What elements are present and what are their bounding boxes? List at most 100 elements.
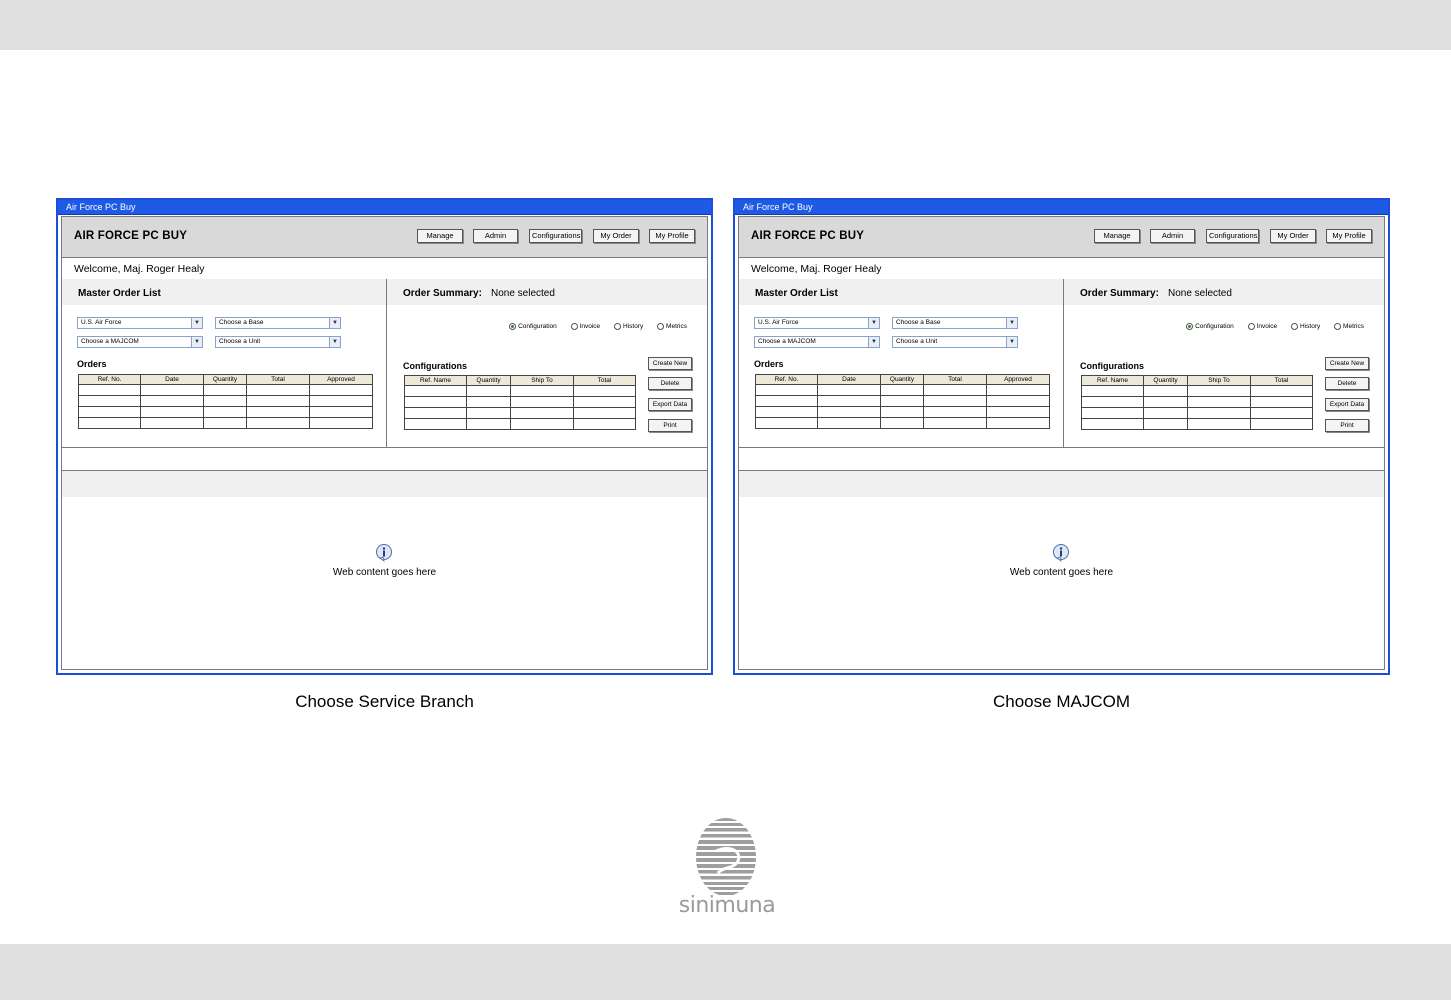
configurations-button[interactable]: Configurations — [529, 229, 582, 243]
create-new-button[interactable]: Create New — [1325, 357, 1369, 370]
column-header[interactable]: Ref. No. — [755, 374, 818, 385]
unit-select[interactable]: Choose a Unit ▼ — [892, 336, 1018, 348]
delete-button[interactable]: Delete — [1325, 377, 1369, 390]
column-header[interactable]: Date — [817, 374, 881, 385]
table-row[interactable] — [755, 395, 1050, 407]
my-order-button[interactable]: My Order — [1270, 229, 1316, 243]
radio-metrics[interactable]: Metrics — [1334, 323, 1364, 330]
radio-invoice[interactable]: Invoice — [570, 323, 601, 331]
column-header[interactable]: Total — [1250, 375, 1313, 386]
panel-header: Order Summary: None selected — [387, 279, 707, 305]
welcome-bar: Welcome, Maj. Roger Healy — [739, 258, 1384, 280]
export-data-button[interactable]: Export Data — [1325, 398, 1369, 411]
table-row[interactable] — [755, 406, 1050, 418]
table-row[interactable] — [78, 406, 373, 418]
column-header[interactable]: Quantity — [880, 374, 924, 385]
select-value: Choose a MAJCOM — [81, 338, 139, 345]
my-profile-button[interactable]: My Profile — [1326, 229, 1372, 243]
service-branch-select[interactable]: U.S. Air Force ▼ — [77, 317, 203, 329]
radio-empty-icon — [614, 323, 621, 330]
chevron-down-icon: ▼ — [868, 337, 879, 347]
table-row[interactable] — [404, 407, 636, 419]
my-order-button[interactable]: My Order — [593, 229, 639, 243]
table-row[interactable] — [404, 396, 636, 408]
print-button[interactable]: Print — [648, 419, 692, 432]
master-order-panel: Master Order List U.S. Air Force ▼ Choos… — [739, 279, 1064, 447]
orders-label: Orders — [77, 359, 107, 369]
table-row[interactable] — [755, 417, 1050, 429]
base-select[interactable]: Choose a Base ▼ — [892, 317, 1018, 329]
table-row[interactable] — [78, 384, 373, 396]
table-row[interactable] — [1081, 407, 1313, 419]
column-header[interactable]: Ref. No. — [78, 374, 141, 385]
content-toolbar-strip — [62, 471, 707, 497]
column-header[interactable]: Total — [923, 374, 987, 385]
column-header[interactable]: Approved — [309, 374, 373, 385]
column-header[interactable]: Date — [140, 374, 204, 385]
orders-label: Orders — [754, 359, 784, 369]
radio-history[interactable]: History — [1291, 323, 1320, 330]
my-profile-button[interactable]: My Profile — [649, 229, 695, 243]
configurations-button[interactable]: Configurations — [1206, 229, 1259, 243]
majcom-select[interactable]: Choose a MAJCOM ▼ — [754, 336, 880, 348]
column-header[interactable]: Ship To — [1187, 375, 1251, 386]
table-header-row: Ref. Name Quantity Ship To Total — [404, 375, 636, 386]
content-toolbar-strip — [739, 471, 1384, 497]
radio-empty-icon — [657, 323, 665, 330]
majcom-select[interactable]: Choose a MAJCOM ▼ — [77, 336, 203, 348]
column-header[interactable]: Ref. Name — [404, 375, 467, 386]
table-row[interactable] — [1081, 418, 1313, 430]
column-header[interactable]: Total — [573, 375, 636, 386]
column-header[interactable]: Ref. Name — [1081, 375, 1144, 386]
radio-label: Configuration — [1195, 323, 1234, 331]
base-select[interactable]: Choose a Base ▼ — [215, 317, 341, 329]
configurations-label: Configurations — [1080, 361, 1144, 371]
panel-header: Order Summary: None selected — [1064, 279, 1384, 305]
table-row[interactable] — [1081, 385, 1313, 397]
select-value: U.S. Air Force — [81, 319, 122, 326]
create-new-button[interactable]: Create New — [648, 357, 692, 370]
radio-configuration[interactable]: Configuration — [1186, 323, 1234, 330]
radio-history[interactable]: History — [614, 323, 643, 330]
manage-button[interactable]: Manage — [417, 229, 463, 243]
configurations-table: Ref. Name Quantity Ship To Total — [404, 375, 636, 430]
radio-metrics[interactable]: Metrics — [657, 323, 687, 330]
service-branch-select[interactable]: U.S. Air Force ▼ — [754, 317, 880, 329]
column-header[interactable]: Total — [246, 374, 310, 385]
order-summary-panel: Order Summary: None selected Configurati… — [1064, 279, 1384, 447]
table-row[interactable] — [78, 395, 373, 407]
chevron-down-icon: ▼ — [868, 318, 879, 328]
panel-header: Master Order List — [739, 279, 1063, 305]
column-header[interactable]: Quantity — [1143, 375, 1188, 386]
export-data-button[interactable]: Export Data — [648, 398, 692, 411]
welcome-text: Welcome, Maj. Roger Healy — [74, 263, 205, 275]
logo-text: sinimuna — [678, 893, 776, 918]
table-row[interactable] — [404, 385, 636, 397]
radio-configuration[interactable]: Configuration — [509, 323, 557, 330]
manage-button[interactable]: Manage — [1094, 229, 1140, 243]
delete-button[interactable]: Delete — [648, 377, 692, 390]
table-row[interactable] — [404, 418, 636, 430]
app-title: AIR FORCE PC BUY — [751, 230, 865, 242]
orders-table: Ref. No. Date Quantity Total Approved — [78, 374, 373, 429]
admin-button[interactable]: Admin — [1150, 229, 1195, 243]
admin-button[interactable]: Admin — [473, 229, 518, 243]
column-header[interactable]: Ship To — [510, 375, 574, 386]
table-row[interactable] — [78, 417, 373, 429]
master-order-title: Master Order List — [755, 288, 838, 299]
table-row[interactable] — [755, 384, 1050, 396]
radio-label: Invoice — [579, 323, 601, 331]
radio-empty-icon — [570, 323, 578, 330]
column-header[interactable]: Quantity — [466, 375, 511, 386]
chevron-down-icon: ▼ — [1006, 337, 1017, 347]
app-window-left: Air Force PC Buy AIR FORCE PC BUY Manage… — [56, 198, 713, 675]
master-order-title: Master Order List — [78, 288, 161, 299]
column-header[interactable]: Approved — [986, 374, 1050, 385]
print-button[interactable]: Print — [1325, 419, 1369, 432]
radio-invoice[interactable]: Invoice — [1247, 323, 1277, 330]
column-header[interactable]: Quantity — [203, 374, 247, 385]
select-value: Choose a MAJCOM — [758, 338, 816, 345]
table-row[interactable] — [1081, 396, 1313, 408]
unit-select[interactable]: Choose a Unit ▼ — [215, 336, 341, 348]
app-title: AIR FORCE PC BUY — [74, 230, 188, 242]
